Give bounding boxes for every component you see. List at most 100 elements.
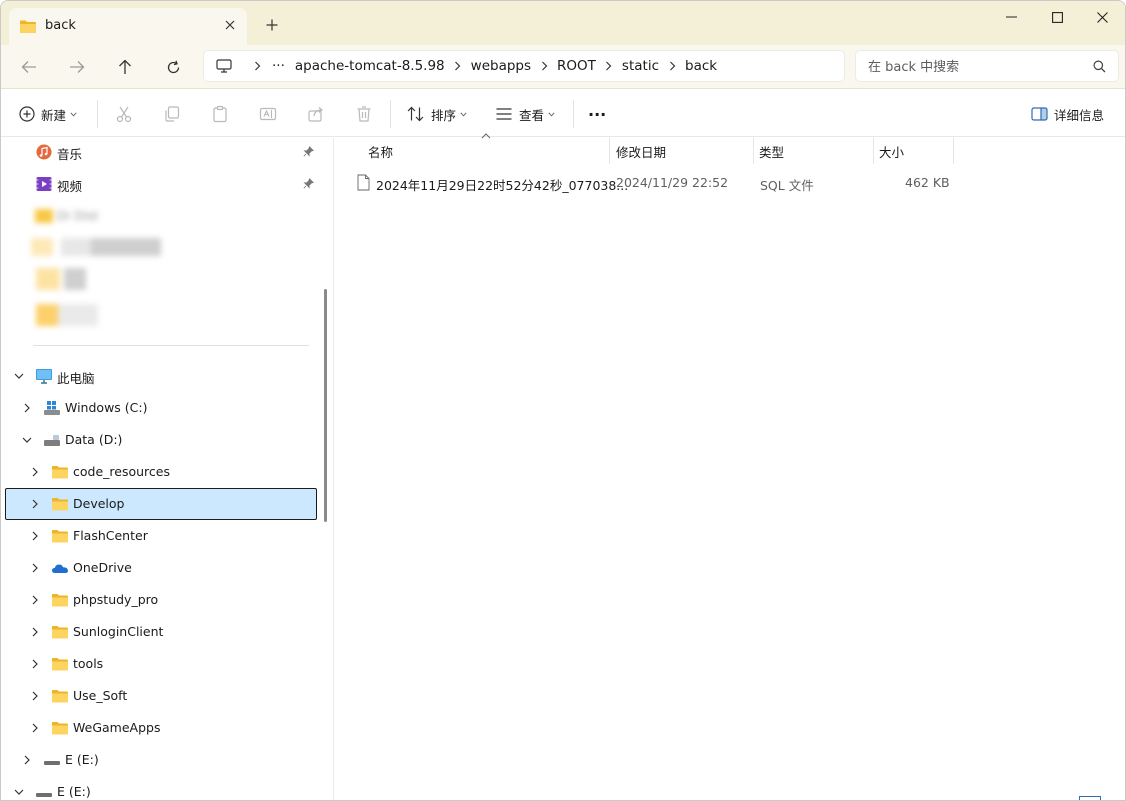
view-label: 查看 (519, 107, 545, 123)
file-icon (357, 174, 370, 191)
sidebar-item-sunloginclient[interactable]: SunloginClient (5, 616, 317, 648)
chevron-right-icon[interactable] (29, 626, 41, 638)
chevron-right-icon[interactable] (596, 61, 622, 71)
close-icon (225, 20, 235, 30)
close-tab-button[interactable] (219, 14, 241, 36)
sidebar-item-wegameapps[interactable]: WeGameApps (5, 712, 317, 744)
sidebar-item-tools[interactable]: tools (5, 648, 317, 680)
sort-label: 排序 (431, 107, 457, 123)
computer-icon[interactable] (204, 59, 244, 73)
column-divider[interactable] (953, 138, 954, 164)
column-header-label: 名称 (368, 144, 394, 160)
refresh-button[interactable] (157, 52, 189, 82)
chevron-right-icon[interactable] (244, 61, 270, 71)
sort-button[interactable]: 排序 (407, 98, 467, 130)
rename-button[interactable] (259, 98, 277, 130)
search-input[interactable] (868, 57, 1088, 77)
chevron-right-icon[interactable] (29, 498, 41, 510)
column-header-modified[interactable]: 修改日期 (616, 138, 666, 164)
folder-icon (52, 466, 68, 479)
tab-back[interactable]: back (9, 8, 247, 45)
chevron-right-icon[interactable] (21, 402, 33, 414)
view-button[interactable]: 查看 (495, 98, 555, 130)
chevron-down-icon (70, 111, 77, 117)
chevron-right-icon[interactable] (531, 61, 557, 71)
drive-icon (36, 793, 52, 797)
sidebar-item-drive-d[interactable]: Data (D:) (5, 424, 317, 456)
breadcrumb-item-static[interactable]: static (622, 58, 659, 74)
sidebar-item-music[interactable]: 音乐 (5, 138, 317, 168)
sidebar-item-phpstudy-pro[interactable]: phpstudy_pro (5, 584, 317, 616)
sidebar-item-video[interactable]: 视频 (5, 168, 317, 200)
sidebar-item-use-soft[interactable]: Use_Soft (5, 680, 317, 712)
sidebar-item-blurred[interactable]: Di Dist (5, 200, 317, 232)
pane-splitter[interactable] (333, 138, 334, 800)
minimize-button[interactable] (988, 1, 1034, 33)
address-bar[interactable]: ··· apache-tomcat-8.5.98 webapps ROOT st… (203, 50, 845, 82)
more-options-button[interactable]: ··· (588, 98, 606, 130)
breadcrumb-item-tomcat[interactable]: apache-tomcat-8.5.98 (295, 58, 445, 74)
maximize-button[interactable] (1034, 1, 1080, 33)
pin-icon (303, 146, 314, 157)
file-size: 462 KB (905, 175, 950, 190)
plus-icon (266, 19, 278, 31)
search-box[interactable] (855, 50, 1119, 82)
table-row[interactable]: 2024年11月29日22时52分42秒_077038... 2024/11/2… (353, 169, 953, 197)
sidebar-item-label: OneDrive (73, 560, 132, 575)
breadcrumb-overflow[interactable]: ··· (272, 58, 285, 74)
chevron-right-icon[interactable] (29, 530, 41, 542)
column-header-size[interactable]: 大小 (879, 138, 904, 164)
sidebar-item-drive-e[interactable]: E (E:) (5, 744, 317, 776)
sidebar-item-label: 视频 (57, 179, 83, 194)
refresh-icon (167, 60, 179, 73)
navigation-pane: 音乐 视频 Di Dist 此电脑 Windows (C:) Data (D:)… (1, 138, 319, 800)
breadcrumb-item-root[interactable]: ROOT (557, 58, 596, 74)
column-header-name[interactable]: 名称 (368, 138, 393, 164)
computer-icon (36, 369, 52, 384)
chevron-right-icon[interactable] (29, 562, 41, 574)
chevron-right-icon[interactable] (659, 61, 685, 71)
up-button[interactable] (109, 52, 141, 82)
sidebar-scrollbar[interactable] (324, 289, 327, 522)
chevron-right-icon[interactable] (445, 61, 471, 71)
share-button[interactable] (307, 98, 325, 130)
copy-button[interactable] (163, 98, 181, 130)
sidebar-item-develop[interactable]: Develop (5, 488, 317, 520)
sidebar-item-drive-c[interactable]: Windows (C:) (5, 392, 317, 424)
sidebar-item-code-resources[interactable]: code_resources (5, 456, 317, 488)
chevron-down-icon[interactable] (13, 370, 25, 382)
chevron-right-icon[interactable] (29, 594, 41, 606)
cut-button[interactable] (115, 98, 133, 130)
sidebar-item-label: code_resources (73, 464, 170, 479)
sidebar-item-onedrive[interactable]: OneDrive (5, 552, 317, 584)
back-button[interactable] (13, 52, 45, 82)
details-button[interactable]: 详细信息 (1031, 98, 1104, 130)
breadcrumb-item-back[interactable]: back (685, 58, 717, 74)
chevron-right-icon[interactable] (21, 754, 33, 766)
paste-button[interactable] (211, 98, 229, 130)
column-header-type[interactable]: 类型 (759, 138, 784, 164)
new-button[interactable]: 新建 (19, 98, 77, 130)
chevron-right-icon[interactable] (29, 466, 41, 478)
view-toggle-button[interactable] (1079, 796, 1101, 800)
chevron-right-icon[interactable] (29, 722, 41, 734)
forward-button[interactable] (61, 52, 93, 82)
share-icon (308, 107, 323, 122)
blurred-entry (36, 268, 86, 290)
chevron-right-icon[interactable] (29, 690, 41, 702)
delete-button[interactable] (355, 98, 373, 130)
column-divider[interactable] (873, 138, 874, 164)
chevron-right-icon[interactable] (29, 658, 41, 670)
column-divider[interactable] (753, 138, 754, 164)
sidebar-item-this-pc[interactable]: 此电脑 (5, 360, 317, 392)
chevron-down-icon[interactable] (13, 786, 25, 798)
new-tab-button[interactable] (261, 14, 283, 36)
sidebar-item-flashcenter[interactable]: FlashCenter (5, 520, 317, 552)
blurred-entry (31, 238, 161, 256)
close-window-button[interactable] (1079, 1, 1125, 33)
chevron-down-icon[interactable] (21, 434, 33, 446)
breadcrumb-item-webapps[interactable]: webapps (471, 58, 531, 74)
sidebar-item-label: Di Dist (57, 208, 99, 223)
column-divider[interactable] (609, 138, 610, 164)
sidebar-item-drive-e-root[interactable]: E (E:) (5, 776, 317, 800)
